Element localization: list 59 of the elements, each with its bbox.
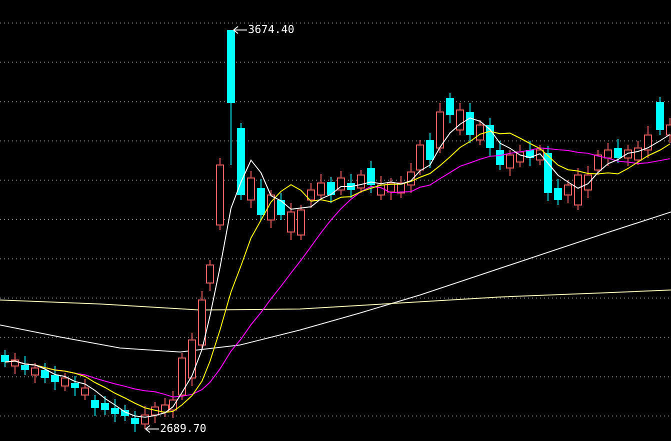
candlestick	[367, 160, 375, 194]
candlestick	[317, 174, 325, 200]
candlestick	[614, 138, 622, 164]
candlestick	[267, 190, 275, 228]
candlestick	[347, 174, 355, 198]
candlestick	[377, 176, 385, 200]
candlestick	[426, 132, 434, 168]
candlestick	[11, 352, 19, 374]
candlestick	[634, 140, 642, 166]
candlestick	[141, 406, 149, 430]
candlestick	[656, 96, 664, 136]
candlestick	[584, 166, 592, 198]
candlestick	[151, 402, 159, 424]
arrow-icon	[145, 424, 159, 432]
candlestick	[644, 126, 652, 158]
candlestick	[41, 362, 49, 384]
candlestick	[277, 192, 285, 220]
candlestick	[121, 404, 129, 422]
candlestick	[287, 202, 295, 240]
candlestick	[257, 178, 265, 220]
candlestick	[466, 102, 474, 144]
candlestick	[91, 394, 99, 416]
candlestick	[516, 144, 524, 168]
candlestick	[111, 398, 119, 422]
candlestick	[436, 102, 444, 154]
candlestick	[61, 372, 69, 392]
candlestick	[101, 396, 109, 416]
candlestick	[594, 150, 602, 176]
candlestick	[51, 366, 59, 390]
candlestick	[554, 178, 562, 206]
candlestick	[188, 332, 196, 386]
candlestick	[1, 350, 9, 368]
arrow-icon	[233, 26, 247, 34]
high-price-label: 3674.40	[248, 23, 294, 36]
candlestick	[397, 176, 405, 198]
candlestick	[31, 362, 39, 384]
candlestick	[21, 356, 29, 376]
candlestick	[337, 170, 345, 196]
candlestick	[604, 142, 612, 166]
candlestick	[456, 102, 464, 136]
candlestick	[307, 182, 315, 208]
candlestick	[506, 150, 514, 176]
candlestick	[496, 140, 504, 170]
candlestick	[574, 168, 582, 210]
candlestick	[526, 140, 534, 166]
candlestick	[247, 170, 255, 208]
candlestick	[81, 378, 89, 400]
candlestick	[624, 144, 632, 166]
candlestick	[357, 170, 365, 194]
candlestick	[71, 376, 79, 396]
candlestick	[446, 92, 454, 124]
candlestick	[327, 176, 335, 204]
candlestick	[476, 120, 484, 146]
candlestick	[564, 180, 572, 204]
low-price-label: 2689.70	[160, 422, 206, 435]
candlestick	[387, 178, 395, 200]
candlestick	[486, 118, 494, 156]
candlestick	[131, 410, 139, 432]
candlestick	[297, 204, 305, 240]
